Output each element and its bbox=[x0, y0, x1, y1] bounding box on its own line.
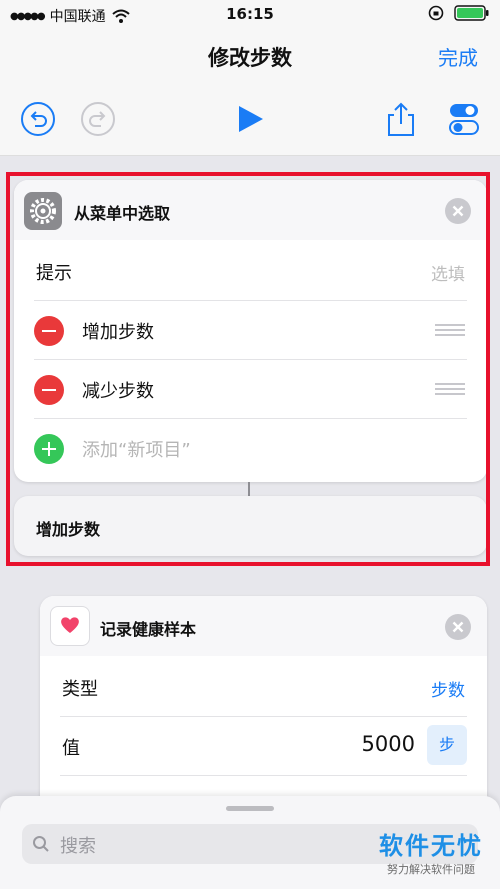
heart-icon bbox=[50, 606, 90, 646]
sheet-grabber[interactable] bbox=[226, 806, 274, 811]
action-header: 记录健康样本 bbox=[40, 596, 487, 656]
search-placeholder: 搜索 bbox=[60, 836, 96, 857]
editor-toolbar bbox=[0, 85, 500, 156]
type-value[interactable]: 步数 bbox=[431, 676, 465, 701]
status-time: 16:15 bbox=[226, 5, 274, 23]
battery-icon bbox=[454, 5, 489, 21]
navigation-bar: 修改步数 完成 bbox=[0, 30, 500, 85]
undo-icon[interactable] bbox=[20, 101, 56, 137]
redo-icon[interactable] bbox=[80, 101, 116, 137]
done-button[interactable]: 完成 bbox=[438, 42, 478, 71]
unit-button[interactable]: 步 bbox=[427, 725, 467, 765]
value-input[interactable]: 5000 bbox=[362, 732, 415, 756]
value-label: 值 bbox=[62, 738, 80, 759]
highlight-frame bbox=[6, 172, 490, 566]
watermark: 软件无忧 努力解决软件问题 bbox=[370, 826, 492, 877]
orientation-lock-icon bbox=[428, 5, 444, 21]
settings-toggle-icon[interactable] bbox=[446, 101, 482, 137]
type-row[interactable]: 类型 步数 bbox=[60, 658, 467, 717]
close-icon[interactable] bbox=[445, 614, 471, 640]
type-label: 类型 bbox=[62, 679, 98, 700]
page-title: 修改步数 bbox=[208, 46, 292, 70]
status-bar: ●●●●● 中国联通 16:15 bbox=[0, 0, 500, 30]
watermark-sub: 努力解决软件问题 bbox=[387, 863, 475, 876]
value-row[interactable]: 值 5000 步 bbox=[60, 717, 467, 776]
action-title: 记录健康样本 bbox=[100, 620, 197, 639]
search-icon bbox=[33, 836, 49, 852]
watermark-main: 软件无忧 bbox=[379, 832, 483, 860]
play-icon[interactable] bbox=[232, 101, 268, 137]
share-icon[interactable] bbox=[383, 101, 419, 137]
status-right bbox=[428, 5, 490, 21]
